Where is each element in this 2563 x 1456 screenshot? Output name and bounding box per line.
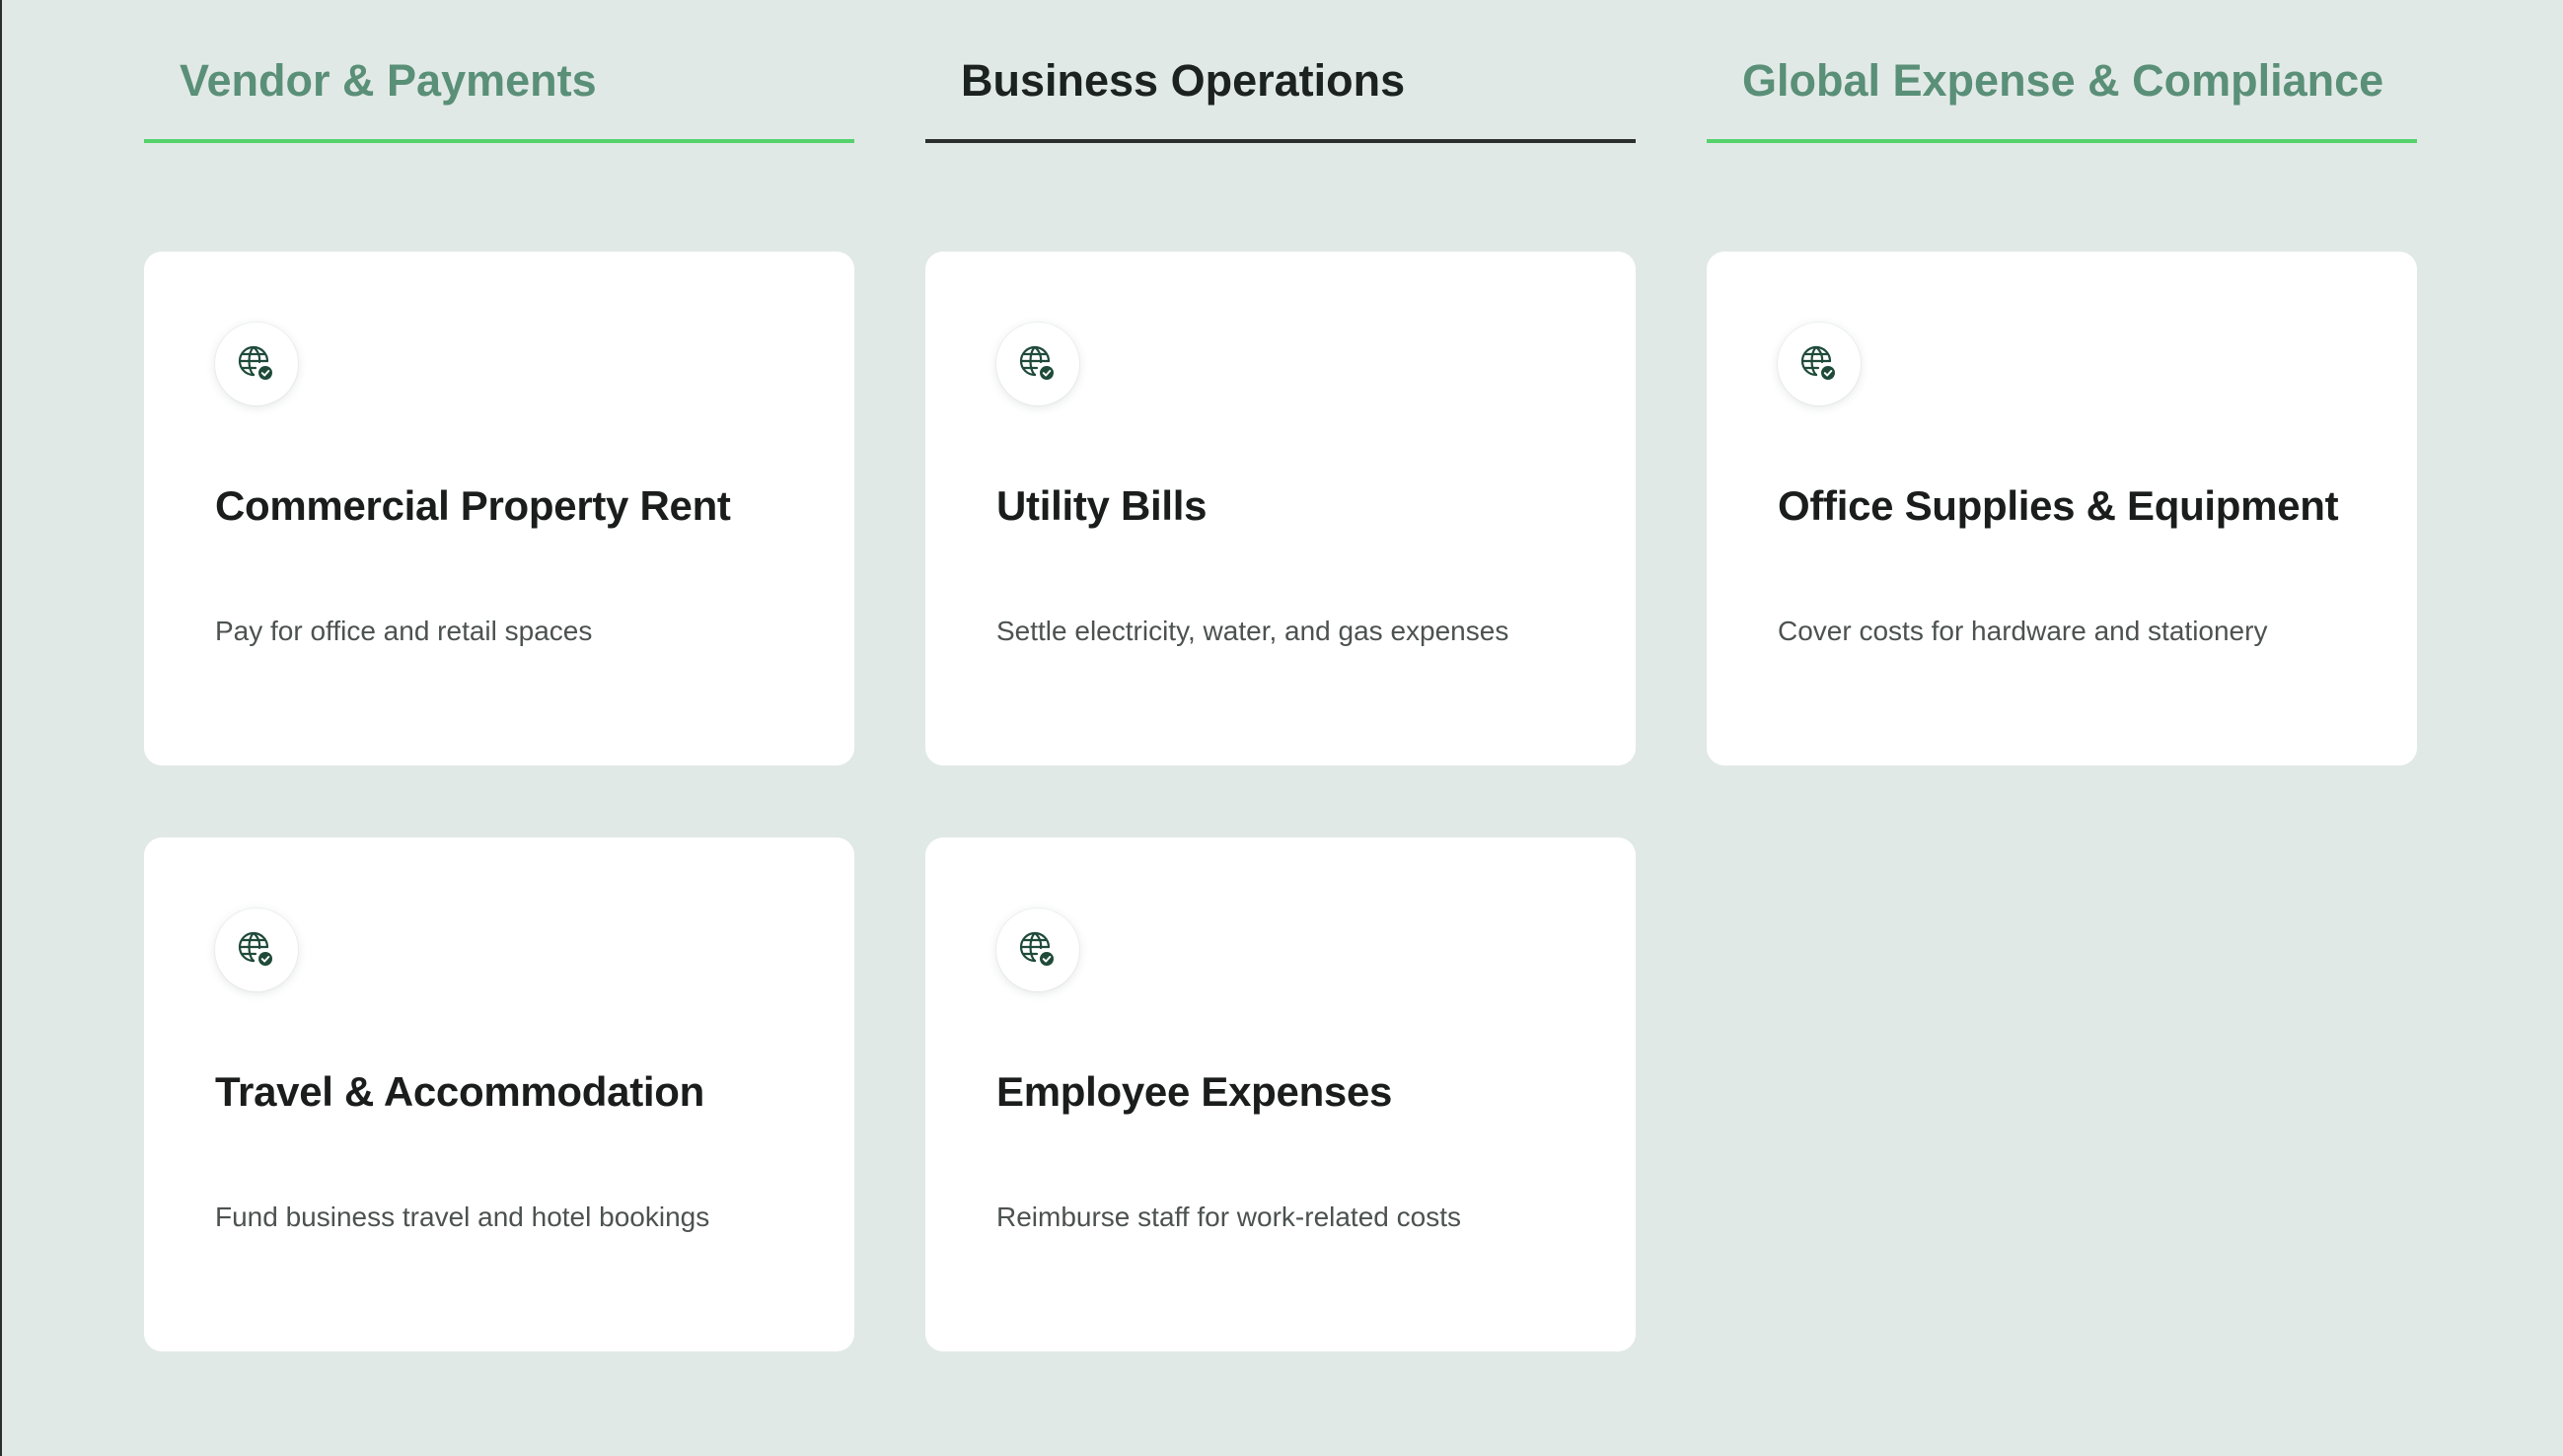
globe-check-icon [996,323,1079,405]
tab-label: Global Expense & Compliance [1742,55,2384,106]
card-description: Reimburse staff for work-related costs [996,1201,1461,1232]
category-tabs: Vendor & Payments Business Operations Gl… [144,0,2417,146]
tab-global-expense-compliance[interactable]: Global Expense & Compliance [1707,0,2417,146]
card-title: Travel & Accommodation [215,1068,704,1115]
tab-label: Business Operations [961,55,1406,106]
globe-check-icon [996,909,1079,991]
card-title: Utility Bills [996,482,1208,529]
card-commercial-property-rent[interactable]: Commercial Property Rent Pay for office … [144,252,854,765]
card-title: Employee Expenses [996,1068,1393,1115]
card-title: Office Supplies & Equipment [1778,482,2339,529]
card-title: Commercial Property Rent [215,482,731,529]
card-travel-accommodation[interactable]: Travel & Accommodation Fund business tra… [144,837,854,1351]
tab-business-operations[interactable]: Business Operations [925,0,1636,146]
tab-underline [1707,139,2417,143]
window-edge [0,0,2,1456]
tab-underline [144,139,854,143]
card-description: Pay for office and retail spaces [215,616,593,646]
globe-check-icon [215,909,298,991]
card-utility-bills[interactable]: Utility Bills Settle electricity, water,… [925,252,1636,765]
card-description: Fund business travel and hotel bookings [215,1201,710,1232]
tab-underline [925,139,1636,143]
card-employee-expenses[interactable]: Employee Expenses Reimburse staff for wo… [925,837,1636,1351]
tab-label: Vendor & Payments [180,55,597,106]
card-description: Settle electricity, water, and gas expen… [996,616,1509,646]
card-office-supplies-equipment[interactable]: Office Supplies & Equipment Cover costs … [1707,252,2417,765]
globe-check-icon [1778,323,1861,405]
globe-check-icon [215,323,298,405]
card-description: Cover costs for hardware and stationery [1778,616,2268,646]
tab-vendor-payments[interactable]: Vendor & Payments [144,0,854,146]
